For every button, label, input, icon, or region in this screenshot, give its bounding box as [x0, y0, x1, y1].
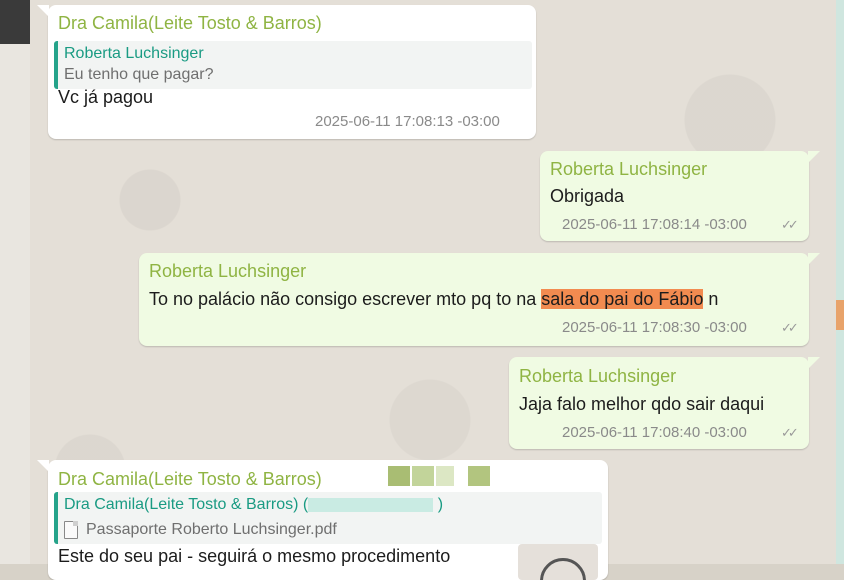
redacted-block — [388, 466, 410, 486]
message-timestamp: 2025-06-11 17:08:14 -03:00 — [562, 216, 747, 233]
message-bubble-incoming[interactable]: Dra Camila(Leite Tosto & Barros) Dra Cam… — [37, 460, 608, 580]
right-edge — [836, 0, 844, 564]
highlighted-text: sala do pai do Fábio — [541, 289, 704, 309]
image-thumbnail[interactable] — [518, 544, 598, 580]
message-text: Vc já pagou — [58, 87, 154, 107]
message-timestamp: 2025-06-11 17:08:13 -03:00 — [315, 113, 500, 130]
double-check-icon: ✓✓ — [781, 425, 799, 440]
quoted-file-name: Passaporte Roberto Luchsinger.pdf — [86, 521, 337, 538]
message-bubble-outgoing[interactable]: Roberta Luchsinger To no palácio não con… — [139, 253, 820, 346]
double-check-icon: ✓✓ — [781, 320, 799, 335]
message-sender[interactable]: Roberta Luchsinger — [519, 366, 676, 387]
redacted-block — [308, 497, 434, 512]
message-text-part: To no palácio não consigo escrever mto p… — [149, 289, 542, 309]
message-bubble-incoming[interactable]: Dra Camila(Leite Tosto & Barros) Roberta… — [37, 5, 536, 139]
quoted-sender: Dra Camila(Leite Tosto & Barros) ( ) — [64, 496, 444, 513]
message-bubble-outgoing[interactable]: Roberta Luchsinger Jaja falo melhor qdo … — [509, 357, 820, 449]
redacted-block — [436, 466, 454, 486]
message-bubble-outgoing[interactable]: Roberta Luchsinger Obrigada 2025-06-11 1… — [540, 151, 820, 241]
message-text: To no palácio não consigo escrever mto p… — [149, 289, 718, 310]
message-timestamp: 2025-06-11 17:08:30 -03:00 — [562, 319, 747, 336]
left-edge — [0, 0, 30, 564]
double-check-icon: ✓✓ — [781, 217, 799, 232]
redacted-block — [412, 466, 434, 486]
redacted-block — [468, 466, 490, 486]
quoted-sender: Roberta Luchsinger — [64, 45, 204, 62]
message-sender[interactable]: Dra Camila(Leite Tosto & Barros) — [58, 13, 322, 34]
message-sender[interactable]: Dra Camila(Leite Tosto & Barros) — [58, 469, 322, 490]
message-sender[interactable]: Roberta Luchsinger — [149, 261, 306, 282]
message-timestamp: 2025-06-11 17:08:40 -03:00 — [562, 424, 747, 441]
message-text: Jaja falo melhor qdo sair daqui — [519, 394, 765, 414]
message-sender[interactable]: Roberta Luchsinger — [550, 159, 707, 180]
quoted-message[interactable]: Roberta Luchsinger Eu tenho que pagar? — [54, 41, 532, 89]
quoted-text: Eu tenho que pagar? — [64, 66, 214, 83]
pdf-file-icon — [64, 521, 78, 539]
quoted-message[interactable]: Dra Camila(Leite Tosto & Barros) ( ) Pas… — [54, 492, 602, 544]
message-text: Obrigada — [550, 186, 625, 206]
message-text-part: n — [703, 289, 719, 309]
